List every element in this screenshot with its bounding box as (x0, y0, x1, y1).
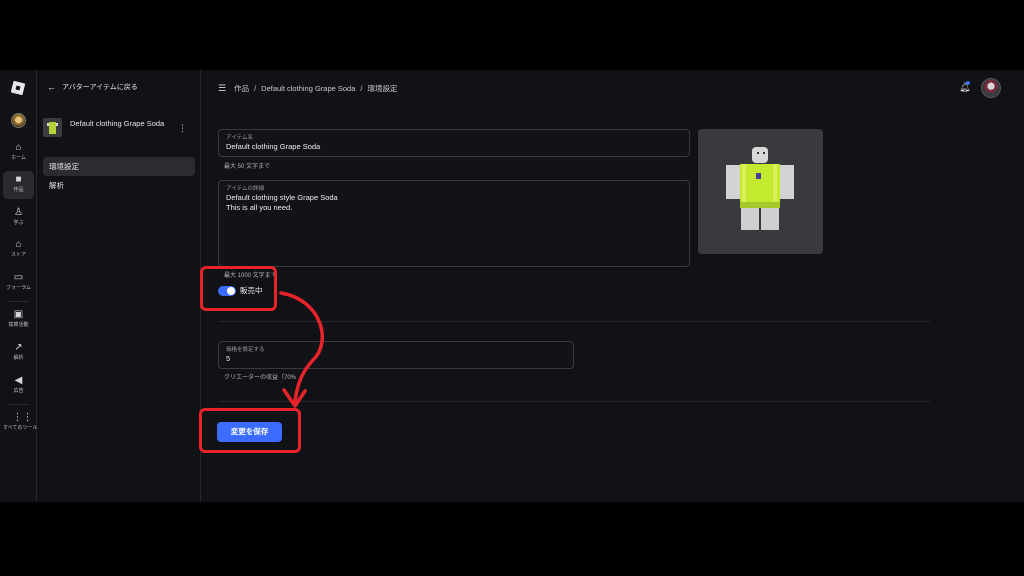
app-window: ⌂ ホーム ■ 作品 ♙ 学ぶ ⌂ ストア ▭ フォーラム ▣ 換算活動 ↗ 解… (0, 70, 1024, 502)
annotation-arrow (279, 291, 324, 408)
